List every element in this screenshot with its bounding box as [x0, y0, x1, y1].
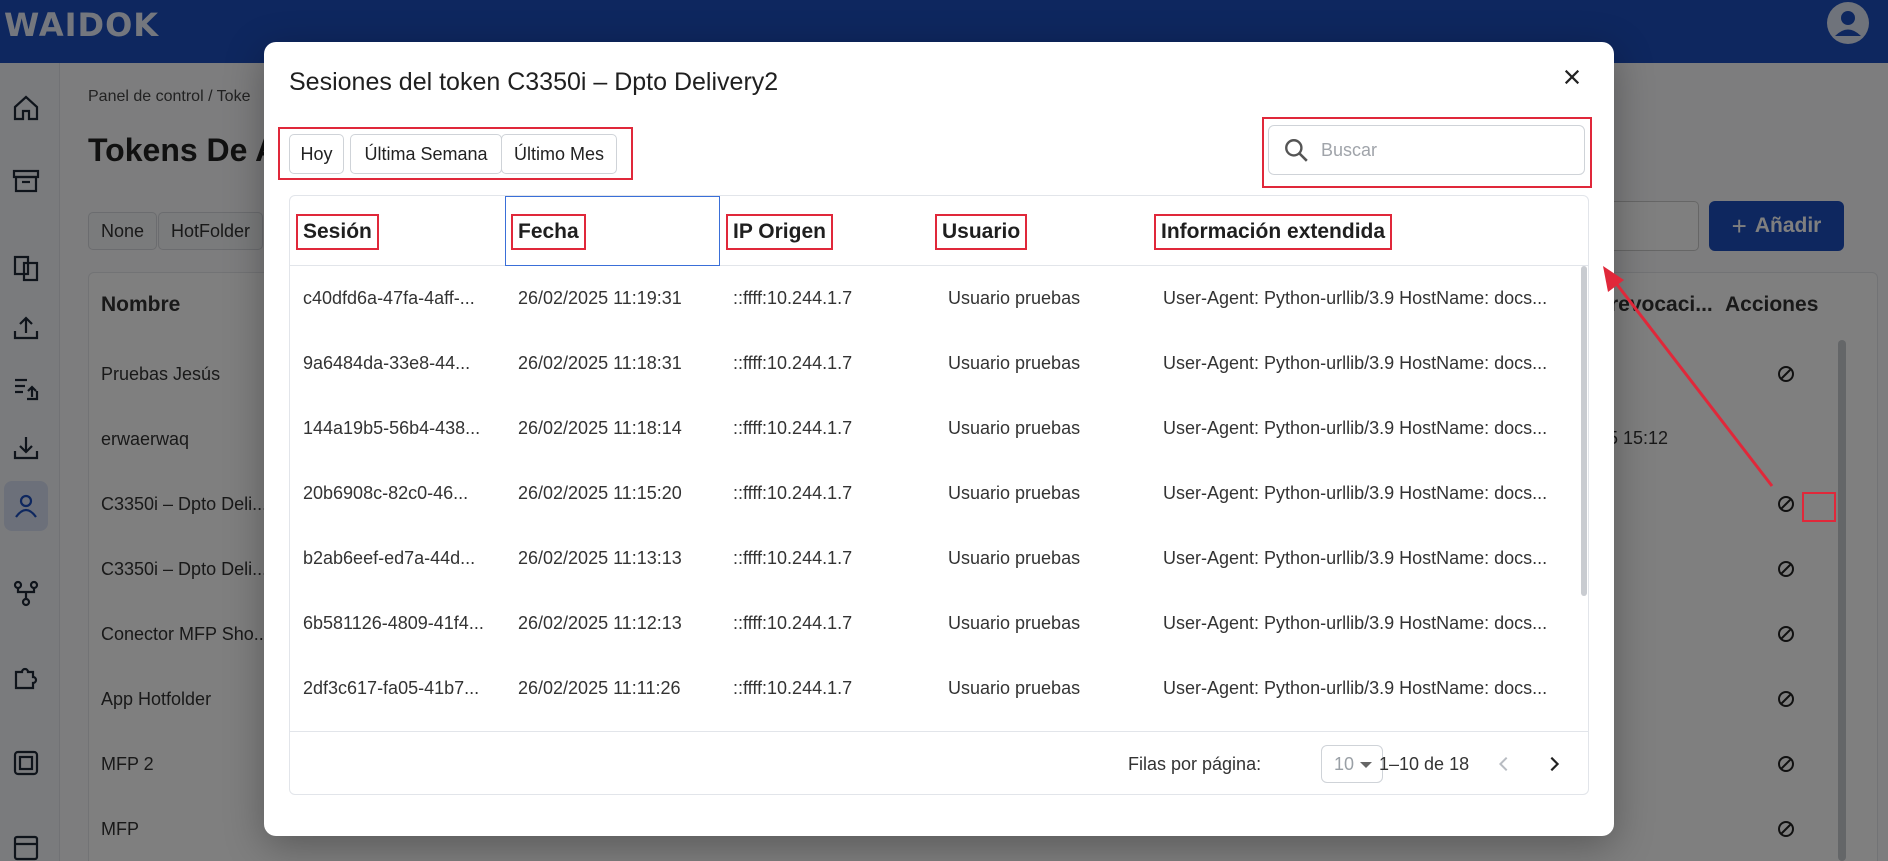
cell-ip: ::ffff:10.244.1.7: [733, 678, 853, 698]
cell-session: 9a6484da-33e8-44...: [303, 353, 471, 373]
column-header-user[interactable]: Usuario: [935, 214, 1028, 250]
cell-ip: ::ffff:10.244.1.7: [733, 353, 853, 373]
cell-session: 20b6908c-82c0-46...: [303, 483, 469, 503]
cell-info: User-Agent: Python-urllib/3.9 HostName: …: [1163, 418, 1548, 438]
table-row[interactable]: 20b6908c-82c0-46... 26/02/2025 11:15:20 …: [290, 461, 1578, 526]
cell-date: 26/02/2025 11:11:26: [518, 678, 681, 698]
table-row[interactable]: c40dfd6a-47fa-4aff-... 26/02/2025 11:19:…: [290, 266, 1578, 331]
pagination-range: 1–10 de 18: [1379, 754, 1470, 774]
table-body: c40dfd6a-47fa-4aff-... 26/02/2025 11:19:…: [290, 266, 1588, 731]
cell-date: 26/02/2025 11:15:20: [518, 483, 682, 503]
cell-user: Usuario pruebas: [948, 288, 1081, 308]
cell-user: Usuario pruebas: [948, 418, 1081, 438]
dialog-title: Sesiones del token C3350i – Dpto Deliver…: [289, 68, 779, 96]
search-field[interactable]: [1268, 125, 1585, 175]
rows-per-page-value: 10: [1334, 753, 1355, 774]
table-scrollbar[interactable]: [1581, 266, 1587, 596]
chevron-left-icon: [1498, 756, 1508, 772]
sessions-dialog: Sesiones del token C3350i – Dpto Deliver…: [264, 42, 1614, 836]
cell-info: User-Agent: Python-urllib/3.9 HostName: …: [1163, 678, 1548, 698]
search-icon: [1285, 139, 1308, 162]
cell-session: 6b581126-4809-41f4...: [303, 613, 484, 633]
sessions-table: Sesión Fecha IP Origen Usuario Informaci…: [289, 195, 1589, 795]
rows-per-page-label: Filas por página:: [1128, 754, 1262, 774]
table-row[interactable]: 144a19b5-56b4-438... 26/02/2025 11:18:14…: [290, 396, 1578, 461]
cell-user: Usuario pruebas: [948, 353, 1081, 373]
search-input[interactable]: [1321, 139, 1551, 161]
table-header: Sesión Fecha IP Origen Usuario Informaci…: [290, 196, 1588, 266]
cell-info: User-Agent: Python-urllib/3.9 HostName: …: [1163, 353, 1548, 373]
rows-per-page-select[interactable]: 10: [1321, 745, 1383, 783]
cell-date: 26/02/2025 11:18:31: [518, 353, 682, 373]
cell-user: Usuario pruebas: [948, 678, 1081, 698]
range-today-button[interactable]: Hoy: [289, 134, 344, 174]
close-icon: [1564, 69, 1580, 85]
cell-user: Usuario pruebas: [948, 483, 1081, 503]
table-row[interactable]: 9a6484da-33e8-44... 26/02/2025 11:18:31 …: [290, 331, 1578, 396]
cell-date: 26/02/2025 11:19:31: [518, 288, 682, 308]
table-row[interactable]: b2ab6eef-ed7a-44d... 26/02/2025 11:13:13…: [290, 526, 1578, 591]
cell-ip: ::ffff:10.244.1.7: [733, 418, 853, 438]
cell-session: 144a19b5-56b4-438...: [303, 418, 481, 438]
close-button[interactable]: [1555, 60, 1589, 94]
table-row[interactable]: 2df3c617-fa05-41b7... 26/02/2025 11:11:2…: [290, 656, 1578, 721]
cell-info: User-Agent: Python-urllib/3.9 HostName: …: [1163, 548, 1548, 568]
cell-session: c40dfd6a-47fa-4aff-...: [303, 288, 475, 308]
table-pagination: Filas por página: 10 1–10 de 18: [290, 731, 1588, 794]
cell-info: User-Agent: Python-urllib/3.9 HostName: …: [1163, 288, 1548, 308]
cell-ip: ::ffff:10.244.1.7: [733, 288, 853, 308]
next-page-button[interactable]: [1536, 746, 1572, 782]
cell-info: User-Agent: Python-urllib/3.9 HostName: …: [1163, 613, 1548, 633]
previous-page-button[interactable]: [1486, 746, 1522, 782]
column-header-session[interactable]: Sesión: [296, 214, 379, 250]
cell-date: 26/02/2025 11:12:13: [518, 613, 682, 633]
cell-date: 26/02/2025 11:18:14: [518, 418, 682, 438]
column-header-ip[interactable]: IP Origen: [726, 214, 833, 250]
range-last-week-button[interactable]: Última Semana: [350, 134, 502, 174]
cell-info: User-Agent: Python-urllib/3.9 HostName: …: [1163, 483, 1548, 503]
table-row[interactable]: 6b581126-4809-41f4... 26/02/2025 11:12:1…: [290, 591, 1578, 656]
cell-user: Usuario pruebas: [948, 613, 1081, 633]
cell-session: b2ab6eef-ed7a-44d...: [303, 548, 476, 568]
cell-session: 2df3c617-fa05-41b7...: [303, 678, 480, 698]
cell-ip: ::ffff:10.244.1.7: [733, 483, 853, 503]
chevron-right-icon: [1550, 756, 1560, 772]
cell-ip: ::ffff:10.244.1.7: [733, 548, 853, 568]
column-header-date[interactable]: Fecha: [511, 214, 586, 250]
cell-user: Usuario pruebas: [948, 548, 1081, 568]
column-header-extended-info[interactable]: Información extendida: [1154, 214, 1393, 250]
chevron-down-icon: [1360, 762, 1372, 768]
range-last-month-button[interactable]: Último Mes: [501, 134, 617, 174]
cell-ip: ::ffff:10.244.1.7: [733, 613, 853, 633]
cell-date: 26/02/2025 11:13:13: [518, 548, 682, 568]
